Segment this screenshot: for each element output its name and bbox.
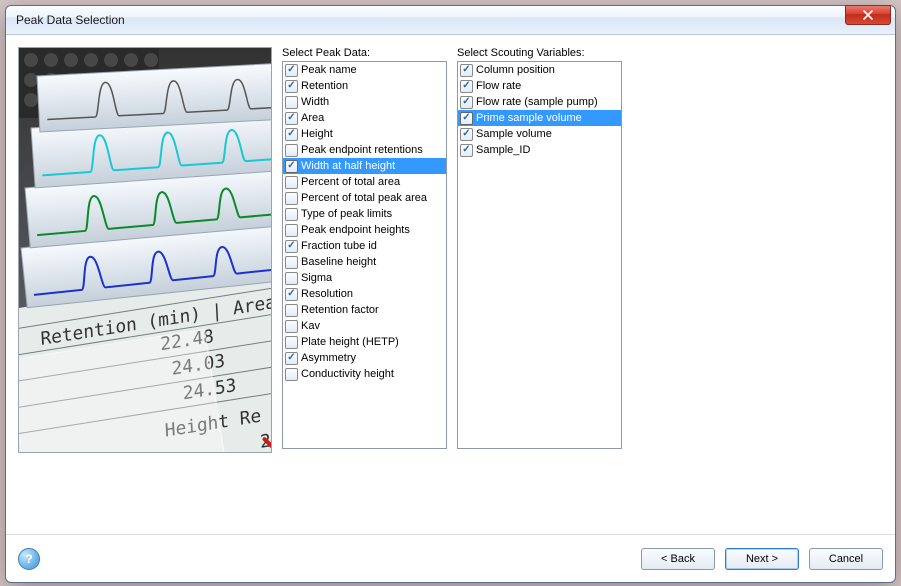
peak-data-label: Select Peak Data: (282, 47, 447, 59)
peak-data-item[interactable]: Peak endpoint retentions (283, 142, 446, 158)
footer: ? < Back Next > Cancel (6, 534, 895, 582)
scouting-item[interactable]: Column position (458, 62, 621, 78)
dialog-window: Peak Data Selection (5, 5, 896, 583)
peak-data-checkbox[interactable] (285, 320, 298, 333)
scouting-item-label: Column position (476, 64, 555, 76)
peak-data-item[interactable]: Fraction tube id (283, 238, 446, 254)
scouting-item[interactable]: Sample_ID (458, 142, 621, 158)
peak-data-item[interactable]: Conductivity height (283, 366, 446, 382)
scouting-label: Select Scouting Variables: (457, 47, 622, 59)
peak-data-item[interactable]: Resolution (283, 286, 446, 302)
peak-data-checkbox[interactable] (285, 224, 298, 237)
peak-data-checkbox[interactable] (285, 240, 298, 253)
peak-data-checkbox[interactable] (285, 160, 298, 173)
peak-data-checkbox[interactable] (285, 336, 298, 349)
peak-data-checkbox[interactable] (285, 304, 298, 317)
peak-data-item-label: Plate height (HETP) (301, 336, 399, 348)
peak-data-item-label: Sigma (301, 272, 332, 284)
peak-data-checkbox[interactable] (285, 80, 298, 93)
peak-data-item[interactable]: Percent of total peak area (283, 190, 446, 206)
scouting-checkbox[interactable] (460, 112, 473, 125)
scouting-column: Select Scouting Variables: Column positi… (457, 47, 622, 522)
scouting-item[interactable]: Flow rate (sample pump) (458, 94, 621, 110)
peak-data-item-label: Conductivity height (301, 368, 394, 380)
peak-data-item-label: Percent of total area (301, 176, 400, 188)
wizard-illustration: Retention (min) | Area ( 22.48 24.03 24.… (18, 47, 272, 453)
peak-data-item-label: Percent of total peak area (301, 192, 427, 204)
back-button[interactable]: < Back (641, 548, 715, 570)
peak-data-item-label: Height (301, 128, 333, 140)
peak-data-item-label: Kav (301, 320, 320, 332)
peak-data-checkbox[interactable] (285, 256, 298, 269)
peak-data-column: Select Peak Data: Peak name Retention Widt… (282, 47, 447, 522)
scouting-item[interactable]: Flow rate (458, 78, 621, 94)
peak-data-item-label: Width at half height (301, 160, 395, 172)
cancel-button[interactable]: Cancel (809, 548, 883, 570)
peak-data-item[interactable]: Plate height (HETP) (283, 334, 446, 350)
peak-data-item[interactable]: Retention (283, 78, 446, 94)
next-button[interactable]: Next > (725, 548, 799, 570)
peak-data-item[interactable]: Sigma (283, 270, 446, 286)
peak-data-item[interactable]: Percent of total area (283, 174, 446, 190)
scouting-checkbox[interactable] (460, 128, 473, 141)
peak-data-checkbox[interactable] (285, 176, 298, 189)
illustration-graphic: Retention (min) | Area ( 22.48 24.03 24.… (19, 48, 271, 452)
scouting-item-label: Sample_ID (476, 144, 530, 156)
peak-data-item[interactable]: Baseline height (283, 254, 446, 270)
peak-data-item-label: Baseline height (301, 256, 376, 268)
peak-data-item[interactable]: Type of peak limits (283, 206, 446, 222)
scouting-item-label: Sample volume (476, 128, 552, 140)
peak-data-checkbox[interactable] (285, 64, 298, 77)
peak-data-item[interactable]: Width (283, 94, 446, 110)
peak-data-item[interactable]: Retention factor (283, 302, 446, 318)
window-title: Peak Data Selection (16, 13, 845, 27)
scouting-checkbox[interactable] (460, 64, 473, 77)
peak-data-item[interactable]: Peak endpoint heights (283, 222, 446, 238)
peak-data-checkbox[interactable] (285, 272, 298, 285)
peak-data-item-label: Asymmetry (301, 352, 356, 364)
scouting-item[interactable]: Sample volume (458, 126, 621, 142)
peak-data-item-label: Peak name (301, 64, 357, 76)
peak-data-listbox[interactable]: Peak name Retention Width Area Height Peak en… (282, 61, 447, 449)
peak-data-checkbox[interactable] (285, 128, 298, 141)
peak-data-item[interactable]: Area (283, 110, 446, 126)
close-icon (863, 10, 873, 20)
peak-data-checkbox[interactable] (285, 352, 298, 365)
content-area: Retention (min) | Area ( 22.48 24.03 24.… (6, 35, 895, 534)
peak-data-checkbox[interactable] (285, 192, 298, 205)
peak-data-item-label: Retention (301, 80, 348, 92)
close-button[interactable] (845, 5, 891, 25)
peak-data-item-label: Peak endpoint heights (301, 224, 410, 236)
peak-data-item[interactable]: Width at half height (283, 158, 446, 174)
scouting-checkbox[interactable] (460, 144, 473, 157)
peak-data-checkbox[interactable] (285, 96, 298, 109)
scouting-checkbox[interactable] (460, 96, 473, 109)
peak-data-item-label: Resolution (301, 288, 353, 300)
titlebar: Peak Data Selection (6, 6, 895, 35)
scouting-item[interactable]: Prime sample volume (458, 110, 621, 126)
scouting-item-label: Flow rate (476, 80, 521, 92)
peak-data-item[interactable]: Peak name (283, 62, 446, 78)
peak-data-item-label: Peak endpoint retentions (301, 144, 423, 156)
peak-data-item-label: Fraction tube id (301, 240, 377, 252)
peak-data-checkbox[interactable] (285, 368, 298, 381)
peak-data-checkbox[interactable] (285, 208, 298, 221)
peak-data-item[interactable]: Kav (283, 318, 446, 334)
scouting-listbox[interactable]: Column position Flow rate Flow rate (sampl… (457, 61, 622, 449)
peak-data-item-label: Retention factor (301, 304, 379, 316)
peak-data-checkbox[interactable] (285, 144, 298, 157)
peak-data-item-label: Width (301, 96, 329, 108)
scouting-checkbox[interactable] (460, 80, 473, 93)
peak-data-item-label: Area (301, 112, 324, 124)
scouting-item-label: Flow rate (sample pump) (476, 96, 598, 108)
peak-data-checkbox[interactable] (285, 288, 298, 301)
peak-data-item-label: Type of peak limits (301, 208, 392, 220)
peak-data-item[interactable]: Asymmetry (283, 350, 446, 366)
peak-data-checkbox[interactable] (285, 112, 298, 125)
peak-data-item[interactable]: Height (283, 126, 446, 142)
help-button[interactable]: ? (18, 548, 40, 570)
scouting-item-label: Prime sample volume (476, 112, 582, 124)
